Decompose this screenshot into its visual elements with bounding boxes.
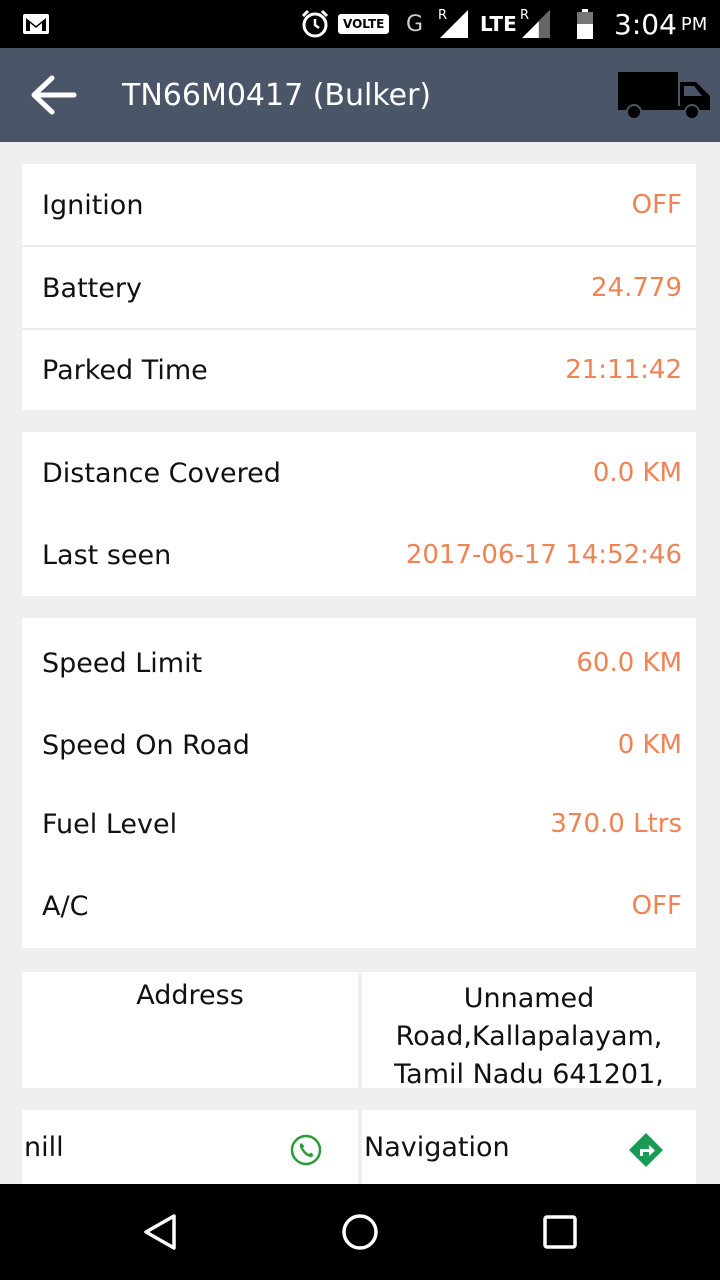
battery-icon (576, 0, 594, 48)
speed-on-road-value: 0 KM (617, 730, 682, 760)
page-title: TN66M0417 (Bulker) (122, 77, 432, 113)
back-nav-icon[interactable] (140, 1212, 180, 1252)
recents-nav-icon[interactable] (540, 1212, 580, 1252)
address-label: Address (136, 980, 244, 1011)
fuel-level-value: 370.0 Ltrs (550, 809, 682, 839)
distance-label: Distance Covered (42, 457, 281, 489)
speed-on-road-row: Speed On Road 0 KM (22, 704, 696, 786)
parked-time-label: Parked Time (42, 354, 208, 386)
parked-time-value: 21:11:42 (565, 355, 682, 385)
directions-icon[interactable] (628, 1132, 664, 1172)
battery-value: 24.779 (591, 273, 682, 303)
network-g-label: G (406, 11, 424, 37)
app-bar: TN66M0417 (Bulker) (0, 48, 720, 142)
address-label-cell: Address (22, 972, 358, 1088)
ac-row: A/C OFF (22, 866, 696, 946)
speed-limit-label: Speed Limit (42, 647, 203, 679)
parked-time-row: Parked Time 21:11:42 (22, 330, 696, 410)
back-arrow-icon[interactable] (28, 72, 78, 118)
ac-label: A/C (42, 890, 89, 922)
status-bar: VOLTE G R LTE R 3:04 PM (0, 0, 720, 48)
system-nav-bar (0, 1184, 720, 1280)
ac-value: OFF (631, 891, 682, 921)
signal-icon-2: R (520, 0, 552, 48)
last-seen-label: Last seen (42, 539, 172, 571)
ignition-row: Ignition OFF (22, 164, 696, 246)
navigation-cell[interactable]: Navigation (362, 1110, 696, 1184)
distance-row: Distance Covered 0.0 KM (22, 432, 696, 514)
address-value-cell: Unnamed Road,Kallapalayam, Tamil Nadu 64… (362, 972, 696, 1088)
ignition-value: OFF (631, 190, 682, 220)
last-seen-row: Last seen 2017-06-17 14:52:46 (22, 514, 696, 596)
speed-limit-value: 60.0 KM (576, 648, 682, 678)
navigation-label: Navigation (364, 1132, 510, 1163)
fuel-level-label: Fuel Level (42, 808, 178, 840)
speed-limit-row: Speed Limit 60.0 KM (22, 622, 696, 704)
contact-cell[interactable]: nill (22, 1110, 358, 1184)
clock: 3:04 PM (614, 7, 708, 41)
speed-on-road-label: Speed On Road (42, 729, 250, 761)
fuel-level-row: Fuel Level 370.0 Ltrs (22, 784, 696, 864)
home-nav-icon[interactable] (340, 1212, 380, 1252)
distance-value: 0.0 KM (592, 458, 682, 488)
ignition-label: Ignition (42, 189, 144, 221)
lte-label: LTE (480, 12, 517, 36)
truck-icon[interactable] (616, 68, 714, 122)
battery-label: Battery (42, 272, 142, 304)
volte-badge: VOLTE (338, 0, 390, 48)
trip-card: Distance Covered 0.0 KM Last seen 2017-0… (22, 432, 696, 596)
alarm-icon (300, 0, 330, 48)
last-seen-value: 2017-06-17 14:52:46 (405, 540, 682, 570)
contact-label: nill (24, 1132, 64, 1163)
vehicle-metrics-card: Speed Limit 60.0 KM Speed On Road 0 KM F… (22, 618, 696, 948)
signal-icon: R (438, 0, 470, 48)
phone-icon[interactable] (290, 1134, 322, 1170)
address-value: Unnamed Road,Kallapalayam, Tamil Nadu 64… (394, 983, 664, 1088)
battery-row: Battery 24.779 (22, 247, 696, 329)
status-card: Ignition OFF Battery 24.779 Parked Time … (22, 164, 696, 410)
gmail-icon (22, 0, 50, 48)
